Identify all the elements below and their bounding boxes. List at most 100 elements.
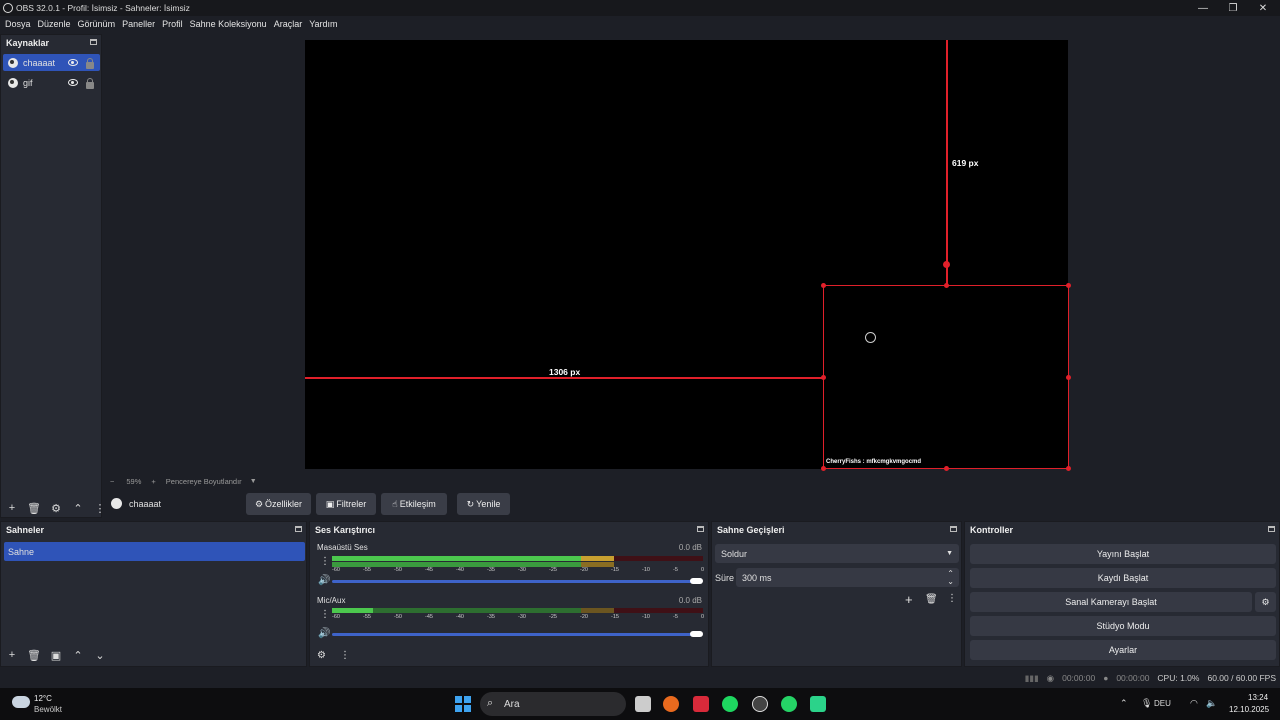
more-options-icon[interactable]: ⋮ <box>340 650 350 661</box>
channel-menu-icon[interactable]: ⋮ <box>320 609 330 620</box>
whatsapp-icon[interactable] <box>781 696 797 712</box>
transition-select[interactable]: Soldur ▼ <box>715 544 959 563</box>
weather-desc[interactable]: Bewölkt <box>34 705 62 714</box>
duration-spinbox[interactable]: 300 ms ⌃ ⌄ <box>736 568 959 587</box>
menu-edit[interactable]: Düzenle <box>38 19 71 29</box>
spotify-icon[interactable] <box>722 696 738 712</box>
obs-taskbar-icon[interactable] <box>752 696 768 712</box>
maximize-button[interactable]: ❐ <box>1218 0 1248 16</box>
move-up-chevron-icon[interactable]: ⌃ <box>71 501 85 515</box>
advanced-audio-gear-icon[interactable]: ⚙ <box>317 650 326 661</box>
channel-menu-icon[interactable]: ⋮ <box>320 556 330 567</box>
app-red-icon[interactable] <box>693 696 709 712</box>
visibility-eye-icon[interactable] <box>68 59 78 66</box>
studio-mode-button[interactable]: Stüdyo Modu <box>970 616 1276 636</box>
interact-button[interactable]: ☝ Etkileşim <box>381 493 447 515</box>
menu-docks[interactable]: Paneller <box>122 19 155 29</box>
start-recording-button[interactable]: Kaydı Başlat <box>970 568 1276 588</box>
add-scene-button[interactable]: + <box>5 648 19 662</box>
fps-readout: 60.00 / 60.00 FPS <box>1207 673 1276 683</box>
remove-source-button[interactable]: 🗑 <box>27 501 41 515</box>
start-virtual-camera-button[interactable]: Sanal Kamerayı Başlat <box>970 592 1252 612</box>
task-view-icon[interactable] <box>635 696 651 712</box>
refresh-button[interactable]: ↻ Yenile <box>457 493 510 515</box>
start-streaming-button[interactable]: Yayını Başlat <box>970 544 1276 564</box>
zoom-out-button[interactable]: − <box>110 477 114 486</box>
tray-chevron-up-icon[interactable]: ⌃ <box>1120 698 1128 709</box>
audio-meter-level <box>332 608 373 613</box>
resize-handle[interactable] <box>821 466 826 471</box>
menu-help[interactable]: Yardım <box>309 19 337 29</box>
spin-arrows-icon[interactable]: ⌃ ⌄ <box>947 569 954 586</box>
menu-profile[interactable]: Profil <box>162 19 183 29</box>
properties-button[interactable]: ⚙ Özellikler <box>246 493 311 515</box>
app-green-icon[interactable] <box>810 696 826 712</box>
move-down-chevron-icon[interactable]: ⌄ <box>93 648 107 662</box>
virtual-camera-settings-gear-icon[interactable]: ⚙ <box>1255 592 1276 612</box>
source-item[interactable]: chaaaat <box>3 54 100 71</box>
microphone-icon[interactable]: 🎙 <box>1141 698 1152 709</box>
source-properties-gear-icon[interactable]: ⚙ <box>49 501 63 515</box>
tick: -10 <box>642 614 650 620</box>
tick: -55 <box>363 567 371 573</box>
move-up-chevron-icon[interactable]: ⌃ <box>71 648 85 662</box>
volume-slider[interactable] <box>332 633 697 636</box>
menu-file[interactable]: Dosya <box>5 19 31 29</box>
rotate-handle[interactable] <box>943 261 950 268</box>
resize-handle[interactable] <box>1066 466 1071 471</box>
keyboard-language[interactable]: DEU <box>1154 699 1171 708</box>
speaker-icon[interactable]: 🔊 <box>318 628 330 639</box>
volume-slider-knob[interactable] <box>690 578 703 584</box>
undock-icon[interactable] <box>697 526 704 532</box>
remove-scene-button[interactable]: 🗑 <box>27 648 41 662</box>
cloud-weather-icon[interactable] <box>12 696 30 708</box>
resize-handle[interactable] <box>944 466 949 471</box>
resize-handle[interactable] <box>1066 283 1071 288</box>
clock-time[interactable]: 13:24 <box>1248 693 1268 702</box>
close-button[interactable]: ✕ <box>1248 0 1278 16</box>
volume-slider-knob[interactable] <box>690 631 703 637</box>
undock-icon[interactable] <box>90 39 97 45</box>
zoom-in-button[interactable]: + <box>151 477 155 486</box>
visibility-eye-icon[interactable] <box>68 79 78 86</box>
add-source-button[interactable]: + <box>5 501 19 515</box>
chevron-down-icon[interactable]: ▼ <box>250 478 257 485</box>
menu-tools[interactable]: Araçlar <box>274 19 303 29</box>
resize-handle[interactable] <box>1066 375 1071 380</box>
scenes-header: Sahneler <box>1 522 306 538</box>
resize-handle[interactable] <box>944 283 949 288</box>
add-transition-button[interactable]: + <box>905 592 913 607</box>
resize-handle[interactable] <box>821 283 826 288</box>
menu-view[interactable]: Görünüm <box>78 19 116 29</box>
lock-icon[interactable] <box>86 78 94 89</box>
undock-icon[interactable] <box>950 526 957 532</box>
more-options-icon[interactable]: ⋮ <box>947 593 957 604</box>
volume-slider[interactable] <box>332 580 697 583</box>
scene-filters-icon[interactable]: ▣ <box>49 648 63 662</box>
scene-item[interactable]: Sahne <box>4 542 305 561</box>
source-item[interactable]: gif <box>3 74 100 91</box>
undock-icon[interactable] <box>295 526 302 532</box>
resize-handle[interactable] <box>821 375 826 380</box>
lock-icon[interactable] <box>86 58 94 69</box>
remove-transition-button[interactable]: 🗑 <box>925 594 938 605</box>
undock-icon[interactable] <box>1268 526 1275 532</box>
taskbar-search[interactable]: Ara <box>480 692 626 716</box>
signal-icon: ▮▮▮ <box>1024 672 1039 683</box>
windows-start-icon[interactable] <box>455 696 471 712</box>
wifi-icon[interactable]: ◠ <box>1190 698 1198 709</box>
firefox-icon[interactable] <box>663 696 679 712</box>
filters-button[interactable]: ▣ Filtreler <box>316 493 376 515</box>
speaker-icon[interactable]: 🔊 <box>318 575 330 586</box>
tick: -15 <box>611 614 619 620</box>
selected-source-bounding-box[interactable] <box>823 285 1069 469</box>
volume-icon[interactable]: 🔈 <box>1206 698 1217 709</box>
clock-date[interactable]: 12.10.2025 <box>1229 705 1269 714</box>
zoom-mode-select[interactable]: Pencereye Boyutlandır <box>166 477 242 486</box>
tick: -10 <box>642 567 650 573</box>
settings-button[interactable]: Ayarlar <box>970 640 1276 660</box>
minimize-button[interactable]: — <box>1188 0 1218 16</box>
controls-dock: Kontroller Yayını Başlat Kaydı Başlat Sa… <box>964 521 1280 667</box>
weather-temp[interactable]: 12°C <box>34 694 52 703</box>
menu-scene-collection[interactable]: Sahne Koleksiyonu <box>190 19 267 29</box>
